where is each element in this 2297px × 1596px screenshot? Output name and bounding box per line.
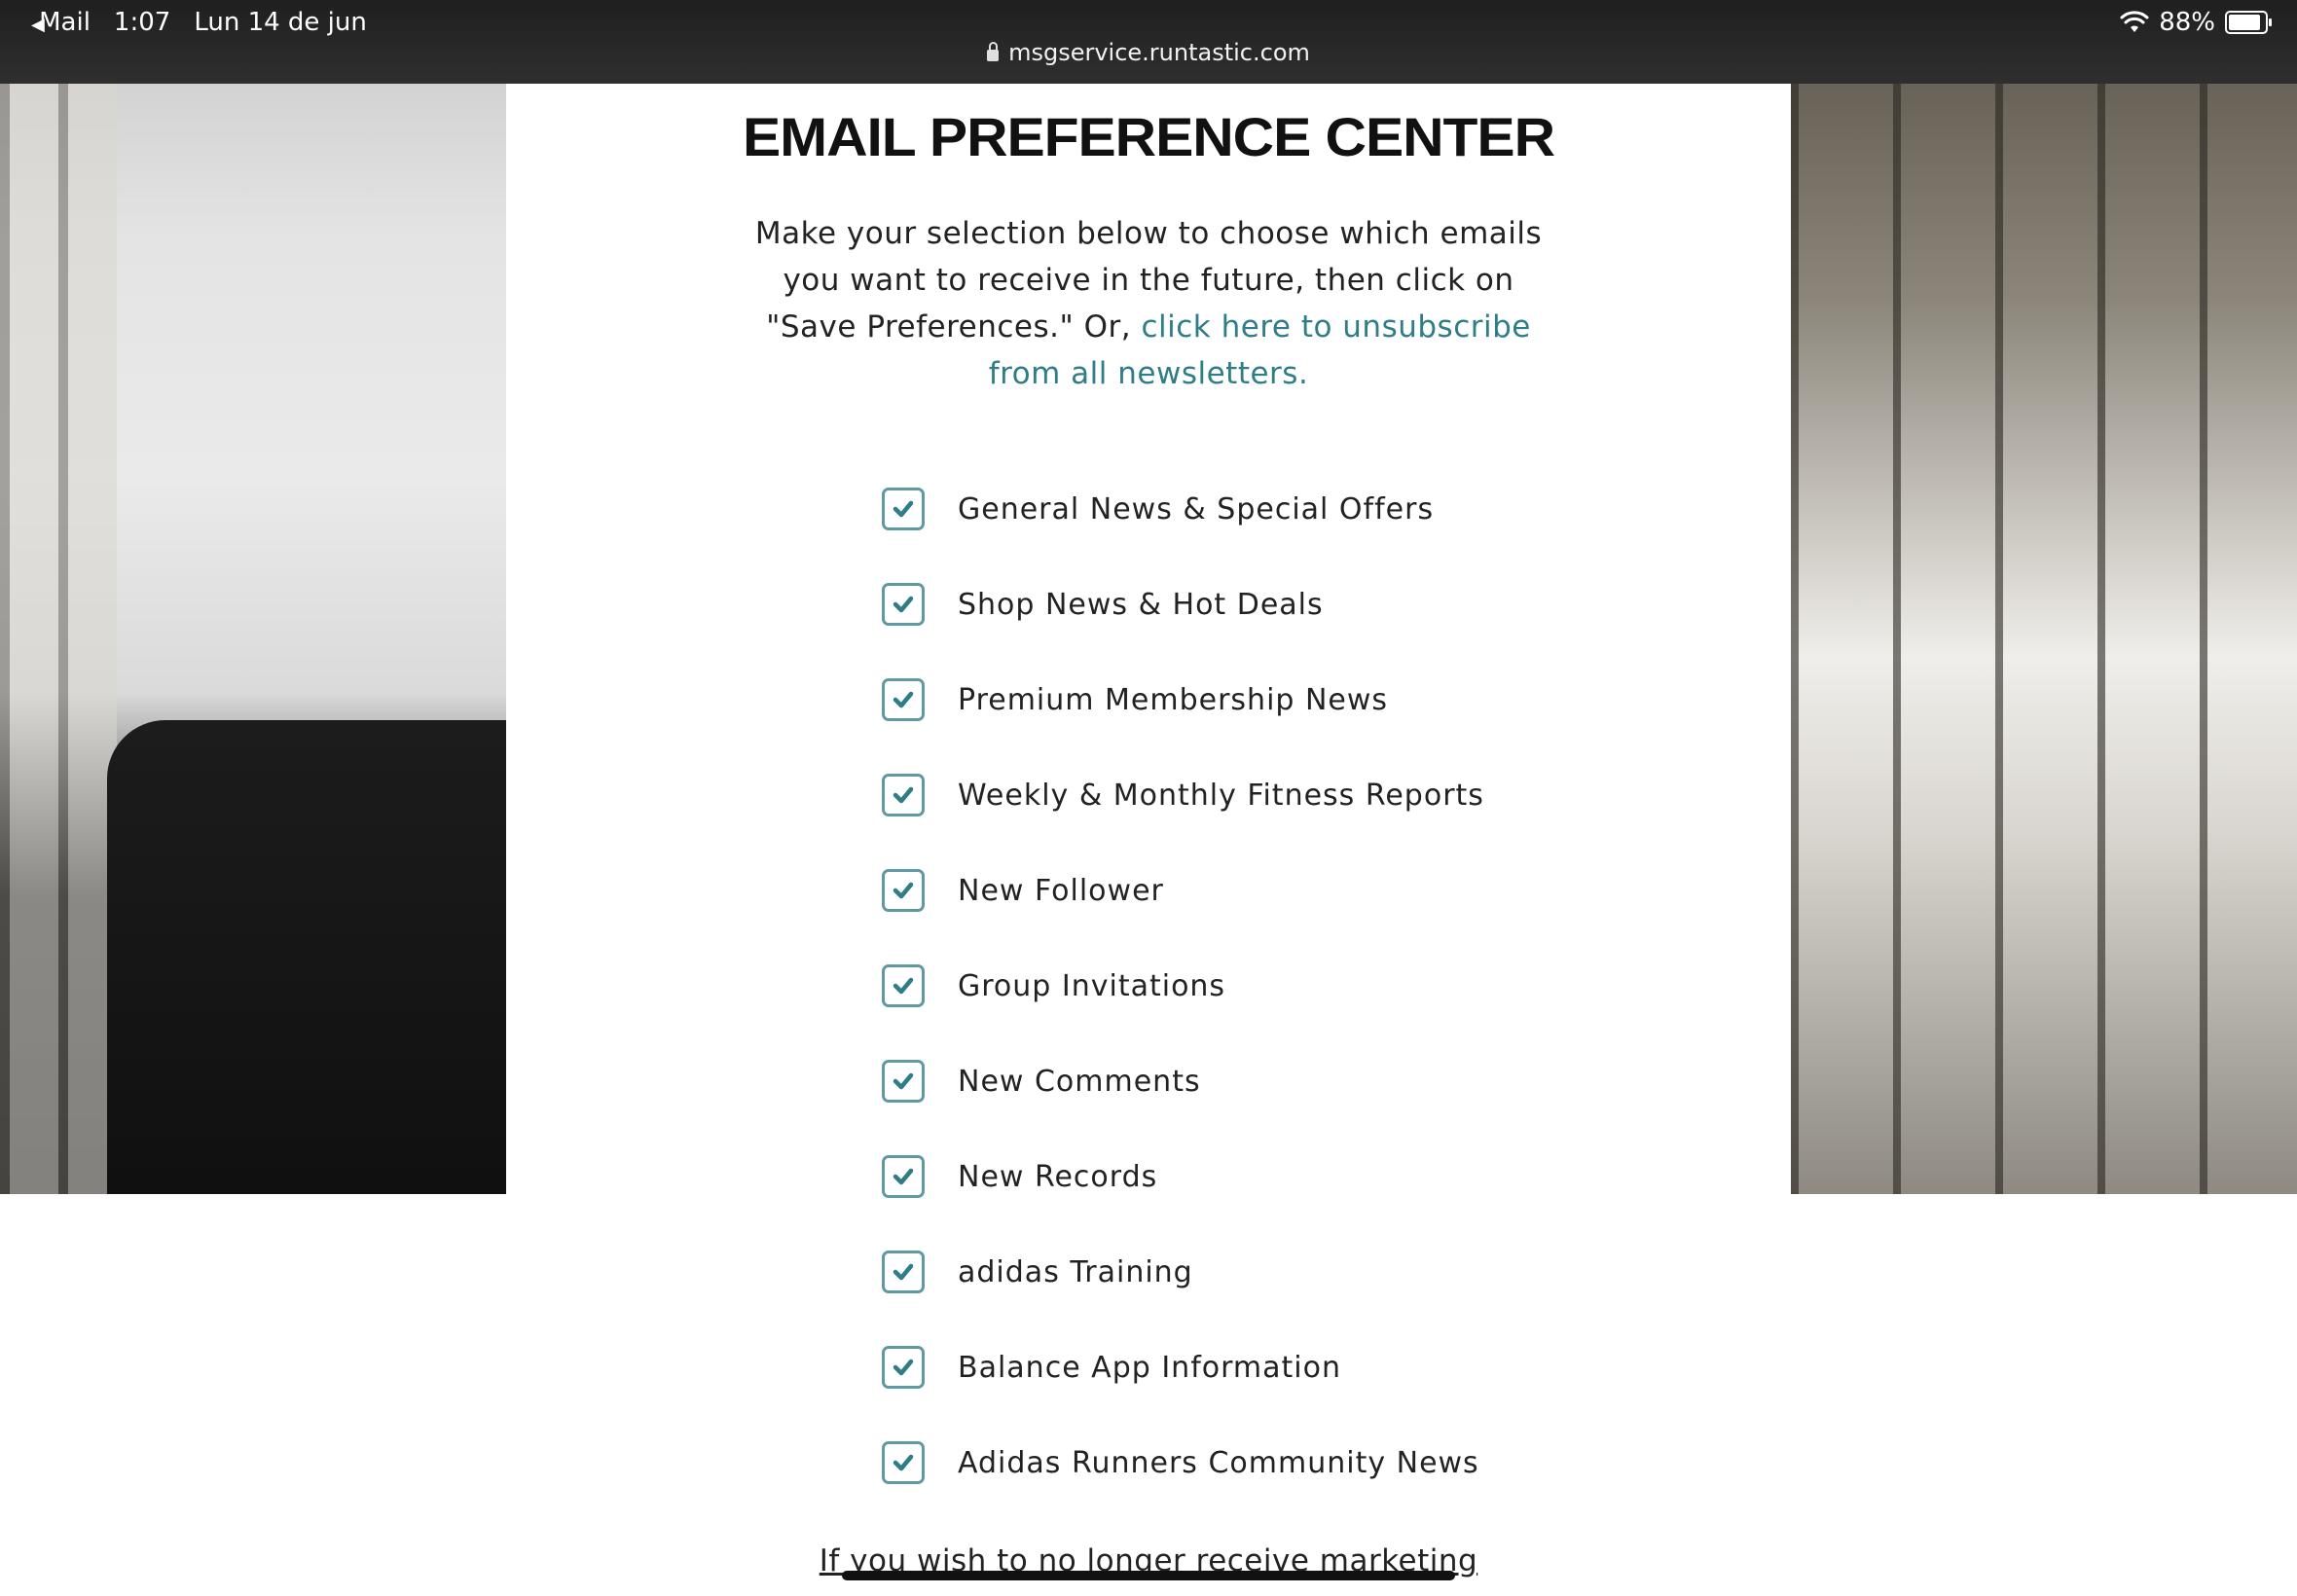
back-to-mail-button[interactable]: ◀ Mail <box>31 8 91 37</box>
intro-paragraph: Make your selection below to choose whic… <box>740 210 1557 397</box>
checkmark-icon <box>893 1072 914 1090</box>
preference-item[interactable]: New Records <box>882 1129 1484 1224</box>
preference-item[interactable]: Adidas Runners Community News <box>882 1415 1484 1510</box>
preference-list: General News & Special Offers Shop News &… <box>882 461 1484 1510</box>
preference-item[interactable]: Weekly & Monthly Fitness Reports <box>882 747 1484 843</box>
preference-label: General News & Special Offers <box>958 491 1435 526</box>
preference-label: Shop News & Hot Deals <box>958 587 1324 622</box>
wifi-icon <box>2120 11 2149 32</box>
background-photo-left <box>0 0 506 1194</box>
checkmark-icon <box>893 1168 914 1185</box>
preference-checkbox[interactable] <box>882 1346 925 1389</box>
preference-label: New Comments <box>958 1064 1201 1099</box>
preference-label: Premium Membership News <box>958 682 1389 717</box>
preference-checkbox[interactable] <box>882 1060 925 1103</box>
status-time: 1:07 <box>113 8 171 37</box>
page-title: EMAIL PREFERENCE CENTER <box>743 106 1555 167</box>
url-text: msgservice.runtastic.com <box>1008 39 1310 66</box>
status-bar: ◀ Mail 1:07 Lun 14 de jun 88% msgservice… <box>0 0 2297 84</box>
status-left: ◀ Mail 1:07 Lun 14 de jun <box>31 8 367 37</box>
back-label: Mail <box>39 8 91 37</box>
preference-checkbox[interactable] <box>882 678 925 721</box>
checkmark-icon <box>893 1454 914 1471</box>
checkmark-icon <box>893 691 914 708</box>
preference-item[interactable]: New Follower <box>882 843 1484 938</box>
url-bar[interactable]: msgservice.runtastic.com <box>0 39 2297 66</box>
preference-label: New Follower <box>958 873 1164 908</box>
checkmark-icon <box>893 596 914 613</box>
preference-checkbox[interactable] <box>882 488 925 530</box>
preference-checkbox[interactable] <box>882 964 925 1007</box>
checkmark-icon <box>893 882 914 899</box>
status-date: Lun 14 de jun <box>194 8 367 37</box>
status-right: 88% <box>2120 8 2272 37</box>
preference-label: Adidas Runners Community News <box>958 1445 1479 1480</box>
preference-item[interactable]: adidas Training <box>882 1224 1484 1320</box>
preference-item[interactable]: Shop News & Hot Deals <box>882 557 1484 652</box>
preference-item[interactable]: General News & Special Offers <box>882 461 1484 557</box>
checkmark-icon <box>893 786 914 804</box>
preference-checkbox[interactable] <box>882 774 925 816</box>
preference-item[interactable]: Group Invitations <box>882 938 1484 1034</box>
preference-label: Balance App Information <box>958 1350 1341 1385</box>
preference-label: Weekly & Monthly Fitness Reports <box>958 778 1484 813</box>
preference-label: Group Invitations <box>958 968 1226 1003</box>
preference-label: adidas Training <box>958 1254 1193 1289</box>
lock-icon <box>987 42 1000 61</box>
battery-percent: 88% <box>2159 8 2215 37</box>
checkmark-icon <box>893 977 914 995</box>
checkmark-icon <box>893 1263 914 1281</box>
checkmark-icon <box>893 500 914 518</box>
preference-item[interactable]: Balance App Information <box>882 1320 1484 1415</box>
preference-checkbox[interactable] <box>882 1441 925 1484</box>
preference-checkbox[interactable] <box>882 1155 925 1198</box>
home-indicator <box>842 1571 1455 1580</box>
preference-checkbox[interactable] <box>882 869 925 912</box>
battery-icon <box>2225 11 2272 34</box>
checkmark-icon <box>893 1359 914 1376</box>
preference-item[interactable]: New Comments <box>882 1034 1484 1129</box>
preference-item[interactable]: Premium Membership News <box>882 652 1484 747</box>
background-photo-right <box>1791 0 2297 1194</box>
preference-label: New Records <box>958 1159 1158 1194</box>
preference-panel: EMAIL PREFERENCE CENTER Make your select… <box>506 84 1791 1596</box>
preference-checkbox[interactable] <box>882 1251 925 1293</box>
preference-checkbox[interactable] <box>882 583 925 626</box>
